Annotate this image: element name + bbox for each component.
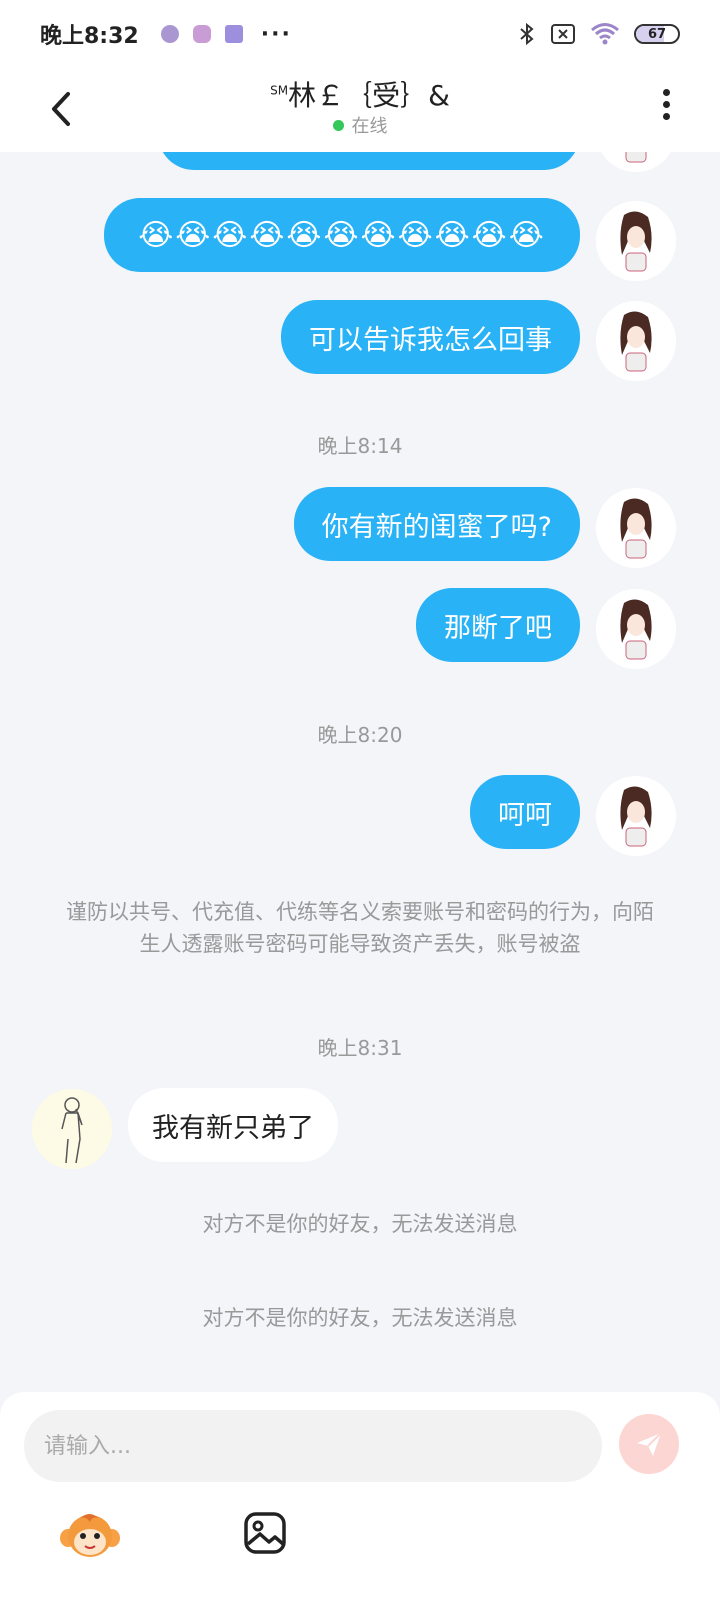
chat-title: SM林￡｛受｝& [0, 74, 720, 114]
title-superscript: SM [270, 83, 289, 98]
monkey-emoji-icon [60, 1514, 120, 1557]
my-avatar[interactable] [596, 488, 676, 568]
avatar-image [596, 589, 676, 669]
message-bubble-outgoing[interactable]: 可以告诉我怎么回事 [281, 300, 580, 374]
message-bubble-outgoing[interactable]: 那断了吧 [416, 588, 580, 662]
my-avatar[interactable] [596, 201, 676, 281]
message-timestamp: 晚上8:14 [317, 434, 403, 458]
status-time: 晚上8:32 [40, 24, 139, 49]
message-bubble-outgoing[interactable]: 😭😭😭😭😭😭😭😭😭😭😭 [104, 198, 580, 272]
send-icon [637, 1432, 662, 1456]
battery-level: 67 [647, 26, 667, 42]
online-dot-icon [332, 119, 344, 131]
message-bubble-outgoing[interactable]: 呵呵 [470, 775, 580, 849]
peer-avatar[interactable] [32, 1089, 112, 1169]
image-button[interactable] [242, 1510, 288, 1556]
no-sim-icon [551, 24, 575, 44]
message-text: 那断了吧 [444, 612, 552, 644]
message-input[interactable] [24, 1410, 602, 1482]
message-text: 呵呵 [498, 799, 552, 831]
my-avatar[interactable] [596, 589, 676, 669]
notification-icon [160, 25, 179, 43]
emoji-button[interactable] [58, 1508, 122, 1564]
my-avatar[interactable] [596, 301, 676, 381]
battery-icon: 67 [634, 24, 680, 44]
more-options-button[interactable] [656, 84, 676, 134]
message-text: 你有新的闺蜜了吗? [321, 511, 552, 543]
message-text: 可以告诉我怎么回事 [309, 324, 552, 356]
message-timestamp: 晚上8:20 [317, 723, 403, 747]
contact-name: 林￡｛受｝& [288, 79, 450, 112]
wifi-icon [591, 23, 619, 45]
message-text: 我有新只弟了 [152, 1112, 314, 1144]
avatar-image [32, 1089, 112, 1169]
my-avatar[interactable] [596, 152, 676, 172]
avatar-image [596, 488, 676, 568]
message-bubble-outgoing[interactable]: 你有新的闺蜜了吗? [293, 487, 580, 561]
chat-messages[interactable]: 😭😭😭😭😭😭😭😭😭😭😭 😭😭😭😭😭😭😭😭😭😭😭 可以告诉我怎么回事 [0, 152, 720, 1392]
status-bar: 晚上8:32 ··· 67 [0, 0, 720, 68]
avatar-image [596, 776, 676, 856]
more-vertical-icon [656, 89, 676, 120]
system-notice: 对方不是你的好友，无法发送消息 [202, 1306, 518, 1330]
avatar-image [596, 301, 676, 381]
message-bubble-incoming[interactable]: 我有新只弟了 [128, 1088, 338, 1162]
message-timestamp: 晚上8:31 [317, 1036, 403, 1060]
image-icon [244, 1512, 286, 1554]
bluetooth-icon [520, 22, 534, 46]
my-avatar[interactable] [596, 776, 676, 856]
chat-header: SM林￡｛受｝& 在线 [0, 68, 720, 152]
message-emoji: 😭😭😭😭😭😭😭😭😭😭😭 [138, 217, 546, 253]
online-status-label: 在线 [351, 116, 388, 137]
input-bar [0, 1392, 720, 1600]
security-notice: 谨防以共号、代充值、代练等名义索要账号和密码的行为，向陌生人透露账号密码可能导致… [66, 900, 654, 956]
message-bubble-outgoing[interactable]: 😭😭😭😭😭😭😭😭😭😭😭 [158, 152, 580, 170]
more-notifications: ··· [260, 21, 292, 47]
send-button[interactable] [619, 1414, 679, 1474]
avatar-image [596, 201, 676, 281]
online-status: 在线 [0, 112, 720, 138]
system-notice: 对方不是你的好友，无法发送消息 [202, 1212, 518, 1236]
notification-icon [192, 25, 211, 43]
notification-icons [160, 25, 243, 43]
notification-icon [224, 25, 243, 43]
avatar-image [596, 152, 676, 172]
status-right: 67 [518, 22, 680, 46]
